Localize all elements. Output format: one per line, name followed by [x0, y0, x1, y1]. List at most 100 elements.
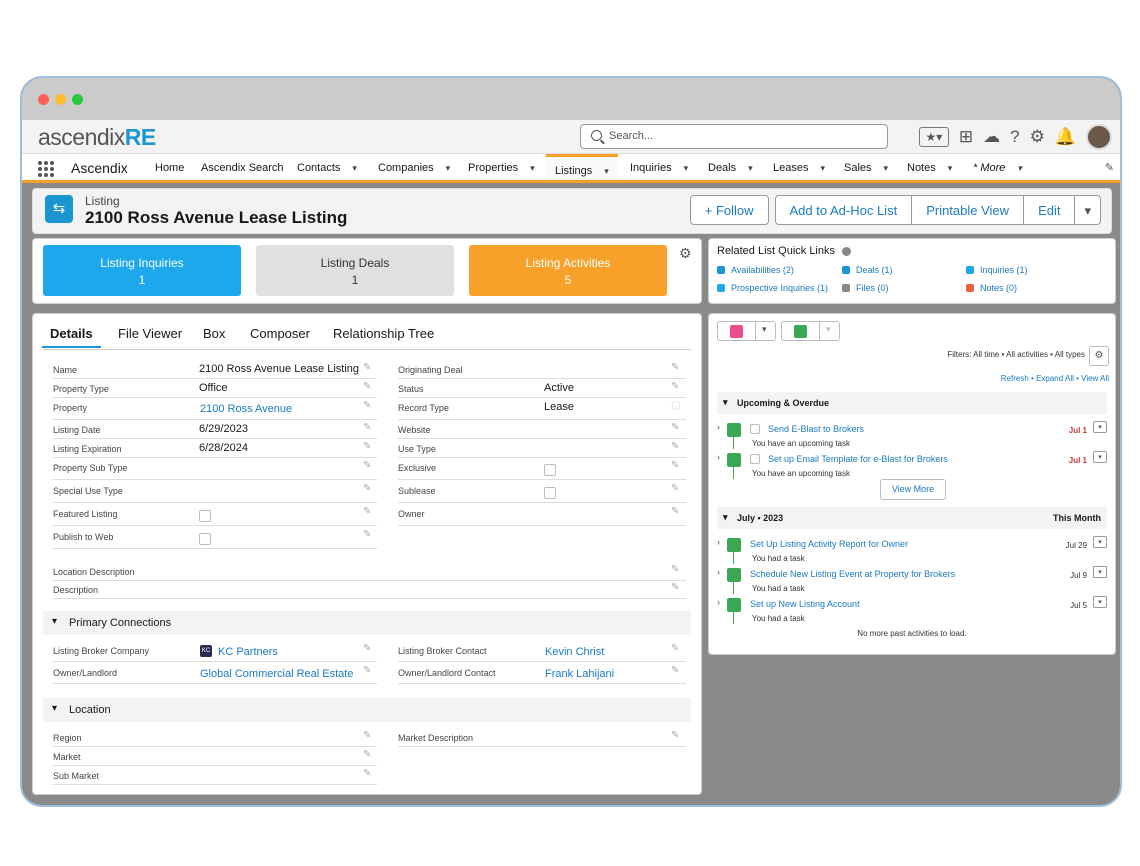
- nav-item-leases[interactable]: Leases ▾: [773, 162, 825, 174]
- filter-settings-gear-icon[interactable]: ⚙: [1089, 346, 1109, 366]
- edit-pencil-icon[interactable]: ✎: [363, 422, 371, 433]
- setup-gear-icon[interactable]: ⚙: [1030, 127, 1045, 147]
- edit-pencil-icon[interactable]: ✎: [363, 643, 371, 654]
- nav-item-properties[interactable]: Properties ▾: [468, 162, 535, 174]
- user-avatar[interactable]: [1086, 124, 1112, 150]
- app-logo[interactable]: ascendixRE: [38, 124, 156, 151]
- activity-menu-chevron-icon[interactable]: ▾: [1093, 566, 1107, 578]
- activity-menu-chevron-icon[interactable]: ▾: [1093, 536, 1107, 548]
- expand-chevron-icon[interactable]: ›: [717, 567, 720, 577]
- chevron-down-icon[interactable]: ▾: [684, 163, 689, 174]
- edit-pencil-icon[interactable]: ✎: [671, 730, 679, 741]
- sublease-checkbox[interactable]: [544, 487, 556, 499]
- expand-chevron-icon[interactable]: ›: [717, 597, 720, 607]
- edit-pencil-icon[interactable]: ✎: [671, 460, 679, 471]
- nav-item-companies[interactable]: Companies ▾: [378, 162, 450, 174]
- tab-box[interactable]: Box: [203, 326, 225, 341]
- tab-details[interactable]: Details: [42, 326, 101, 348]
- add-to-adhoc-list-button[interactable]: Add to Ad-Hoc List: [774, 195, 912, 225]
- nav-item-notes[interactable]: Notes ▾: [907, 162, 952, 174]
- nav-item-home[interactable]: Home: [155, 162, 184, 174]
- tab-file-viewer[interactable]: File Viewer: [118, 326, 182, 341]
- nav-item-sales[interactable]: Sales ▾: [844, 162, 888, 174]
- new-event-button[interactable]: ▾: [717, 321, 776, 341]
- edit-pencil-icon[interactable]: ✎: [671, 483, 679, 494]
- edit-pencil-icon[interactable]: ✎: [363, 381, 371, 392]
- nav-item-inquiries[interactable]: Inquiries ▾: [630, 162, 688, 174]
- edit-pencil-icon[interactable]: ✎: [363, 768, 371, 779]
- edit-pencil-icon[interactable]: ✎: [671, 643, 679, 654]
- edit-pencil-icon[interactable]: ✎: [671, 564, 679, 575]
- tiles-settings-gear-icon[interactable]: ⚙: [679, 245, 692, 262]
- nav-item-ascendix-search[interactable]: Ascendix Search: [201, 162, 284, 174]
- task-complete-checkbox[interactable]: [750, 424, 760, 434]
- printable-view-button[interactable]: Printable View: [911, 195, 1024, 225]
- quick-link-files[interactable]: Files (0): [842, 283, 889, 293]
- section-july-2023[interactable]: ▾ July • 2023 This Month: [717, 507, 1107, 529]
- nav-item-contacts[interactable]: Contacts ▾: [297, 162, 357, 174]
- activity-menu-chevron-icon[interactable]: ▾: [1093, 596, 1107, 608]
- tab-composer[interactable]: Composer: [250, 326, 310, 341]
- listing-broker-company-link[interactable]: KC Partners: [218, 646, 278, 658]
- activity-title-link[interactable]: Set up New Listing Account: [750, 599, 860, 609]
- owner-landlord-link[interactable]: Global Commercial Real Estate: [200, 668, 353, 680]
- minimize-window-button[interactable]: [55, 94, 66, 105]
- new-task-button[interactable]: ▾: [781, 321, 840, 341]
- edit-pencil-icon[interactable]: ✎: [363, 529, 371, 540]
- edit-pencil-icon[interactable]: ✎: [363, 749, 371, 760]
- edit-pencil-icon[interactable]: ✎: [671, 441, 679, 452]
- edit-button[interactable]: Edit: [1023, 195, 1075, 225]
- tile-listing-deals[interactable]: Listing Deals 1: [256, 245, 454, 296]
- edit-pencil-icon[interactable]: ✎: [363, 400, 371, 411]
- activity-title-link[interactable]: Set Up Listing Activity Report for Owner: [750, 539, 908, 549]
- chevron-down-icon[interactable]: ▾: [826, 324, 831, 335]
- notifications-bell-icon[interactable]: 🔔: [1055, 127, 1076, 147]
- nav-item-more[interactable]: * More ▾: [973, 162, 1022, 174]
- info-icon[interactable]: [842, 246, 851, 256]
- activity-menu-chevron-icon[interactable]: ▾: [1093, 451, 1107, 463]
- edit-pencil-icon[interactable]: ✎: [363, 730, 371, 741]
- edit-pencil-icon[interactable]: ✎: [363, 665, 371, 676]
- featured-listing-checkbox[interactable]: [199, 510, 211, 522]
- chevron-down-icon[interactable]: ▾: [530, 163, 535, 174]
- quick-link-deals[interactable]: Deals (1): [842, 265, 893, 275]
- activity-menu-chevron-icon[interactable]: ▾: [1093, 421, 1107, 433]
- chevron-down-icon[interactable]: ▾: [948, 163, 953, 174]
- app-launcher-icon[interactable]: [38, 161, 54, 177]
- publish-to-web-checkbox[interactable]: [199, 533, 211, 545]
- chevron-down-icon[interactable]: ▾: [748, 163, 753, 174]
- quick-link-prospective-inquiries[interactable]: Prospective Inquiries (1): [717, 283, 828, 293]
- listing-broker-contact-link[interactable]: Kevin Christ: [545, 646, 604, 658]
- edit-pencil-icon[interactable]: ✎: [363, 441, 371, 452]
- tile-listing-inquiries[interactable]: Listing Inquiries 1: [43, 245, 241, 296]
- chevron-down-icon[interactable]: ▾: [884, 163, 889, 174]
- activity-title-link[interactable]: Send E-Blast to Brokers: [768, 424, 864, 434]
- refresh-link[interactable]: Refresh: [1001, 374, 1029, 383]
- quick-link-inquiries[interactable]: Inquiries (1): [966, 265, 1028, 275]
- activity-title-link[interactable]: Schedule New Listing Event at Property f…: [750, 569, 955, 579]
- field-value-property-link[interactable]: 2100 Ross Avenue: [200, 403, 292, 415]
- global-search-input[interactable]: Search...: [580, 124, 888, 149]
- section-location[interactable]: ▾ Location: [43, 698, 691, 722]
- view-all-link[interactable]: View All: [1081, 374, 1109, 383]
- edit-pencil-icon[interactable]: ✎: [671, 362, 679, 373]
- add-icon[interactable]: ⊞: [959, 127, 973, 147]
- trailhead-icon[interactable]: ☁: [983, 127, 1000, 147]
- edit-nav-pencil-icon[interactable]: ✎: [1105, 161, 1114, 174]
- edit-pencil-icon[interactable]: ✎: [671, 381, 679, 392]
- follow-button[interactable]: + Follow: [689, 195, 769, 225]
- chevron-down-icon[interactable]: ▾: [446, 163, 451, 174]
- section-primary-connections[interactable]: ▾ Primary Connections: [43, 611, 691, 635]
- nav-item-deals[interactable]: Deals ▾: [708, 162, 753, 174]
- expand-chevron-icon[interactable]: ›: [717, 537, 720, 547]
- edit-pencil-icon[interactable]: ✎: [363, 483, 371, 494]
- expand-all-link[interactable]: Expand All: [1036, 374, 1074, 383]
- quick-link-availabilities[interactable]: Availabilities (2): [717, 265, 794, 275]
- quick-link-notes[interactable]: Notes (0): [966, 283, 1017, 293]
- expand-chevron-icon[interactable]: ›: [717, 452, 720, 462]
- expand-chevron-icon[interactable]: ›: [717, 422, 720, 432]
- exclusive-checkbox[interactable]: [544, 464, 556, 476]
- edit-pencil-icon[interactable]: ✎: [363, 506, 371, 517]
- edit-pencil-icon[interactable]: ✎: [363, 362, 371, 373]
- help-icon[interactable]: ?: [1010, 127, 1019, 147]
